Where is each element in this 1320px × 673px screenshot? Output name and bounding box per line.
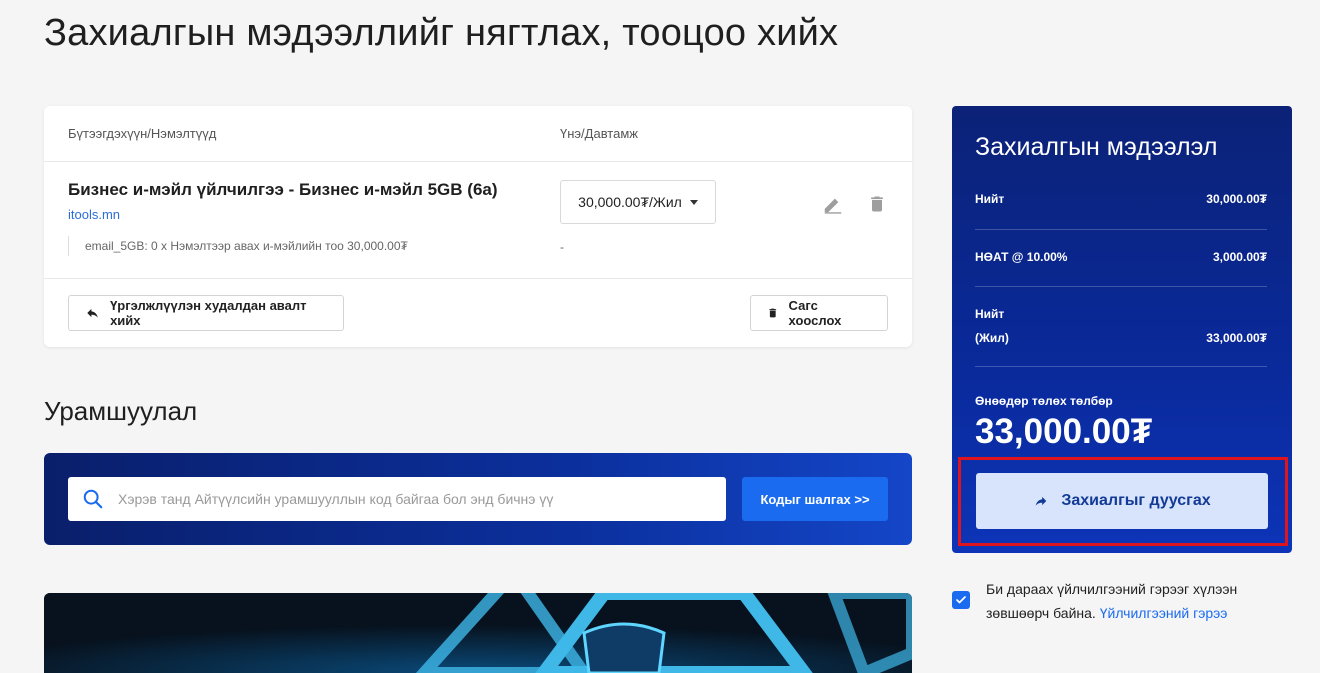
checkout-highlight-box (958, 457, 1288, 546)
shield-graphic (44, 593, 912, 673)
check-promo-button[interactable]: Кодыг шалгах >> (742, 477, 888, 521)
checkmark-icon (956, 596, 966, 604)
caret-down-icon (689, 199, 698, 205)
vat-row: НӨАТ @ 10.00% 3,000.00₮ (975, 250, 1267, 287)
back-arrow-icon (87, 308, 98, 318)
today-due-label: Өнөөдөр төлөх төлбөр (975, 394, 1113, 408)
column-header-product: Бүтээгдэхүүн/Нэмэлтүүд (68, 126, 217, 141)
promo-code-input[interactable] (118, 491, 718, 507)
remove-item-button[interactable] (865, 192, 889, 216)
vat-label: НӨАТ @ 10.00% (975, 250, 1068, 264)
trash-icon (769, 308, 777, 318)
cart-header: Бүтээгдэхүүн/Нэмэлтүүд Үнэ/Давтамж (44, 106, 912, 162)
column-header-price: Үнэ/Давтамж (560, 126, 638, 141)
cart-item: Бизнес и-мэйл үйлчилгээ - Бизнес и-мэйл … (44, 162, 912, 279)
continue-shopping-button[interactable]: Үргэлжлүүлэн худалдан авалт хийх (68, 295, 344, 331)
billing-cycle-select[interactable]: 30,000.00₮/Жил (560, 180, 716, 224)
total-value: 33,000.00₮ (1206, 331, 1267, 345)
page-title: Захиалгын мэдээллийг нягтлах, тооцоо хий… (44, 12, 839, 54)
total-label: Нийт (975, 307, 1005, 321)
addon-price: - (560, 240, 564, 254)
subtotal-row: Нийт 30,000.00₮ (975, 192, 1267, 230)
tos-link[interactable]: Үйлчилгээний гэрээ (1100, 605, 1228, 621)
product-name: Бизнес и-мэйл үйлчилгээ - Бизнес и-мэйл … (68, 180, 498, 199)
tos-checkbox[interactable] (952, 591, 970, 609)
billing-cycle-value: 30,000.00₮/Жил (578, 194, 682, 210)
edit-icon (824, 198, 842, 214)
promo-title: Урамшуулал (44, 396, 198, 426)
promo-banner (44, 593, 912, 673)
vat-value: 3,000.00₮ (1212, 250, 1267, 264)
total-period: (Жил) (975, 331, 1009, 345)
subtotal-value: 30,000.00₮ (1206, 192, 1267, 206)
promo-box: Кодыг шалгах >> (44, 453, 912, 545)
empty-cart-button[interactable]: Сагс хоослох (750, 295, 888, 331)
total-row: Нийт (Жил) 33,000.00₮ (975, 307, 1267, 367)
continue-shopping-label: Үргэлжлүүлэн худалдан авалт хийх (110, 298, 307, 328)
trash-icon (871, 196, 883, 212)
today-due-amount: 33,000.00₮ (975, 412, 1153, 451)
cart-actions: Үргэлжлүүлэн худалдан авалт хийх Сагс хо… (44, 279, 912, 347)
subtotal-label: Нийт (975, 192, 1005, 206)
promo-input-wrapper (68, 477, 726, 521)
summary-title: Захиалгын мэдээлэл (975, 133, 1218, 161)
product-addon: email_5GB: 0 x Нэмэлтээр авах и-мэйлийн … (68, 236, 408, 256)
edit-item-button[interactable] (821, 192, 845, 216)
search-icon (83, 489, 103, 509)
empty-cart-label: Сагс хоослох (788, 298, 842, 328)
tos-text: Би дараах үйлчилгээний гэрээг хүлээн зөв… (986, 577, 1286, 625)
product-domain-link[interactable]: itools.mn (68, 207, 120, 222)
cart-card: Бүтээгдэхүүн/Нэмэлтүүд Үнэ/Давтамж Бизне… (44, 106, 912, 347)
